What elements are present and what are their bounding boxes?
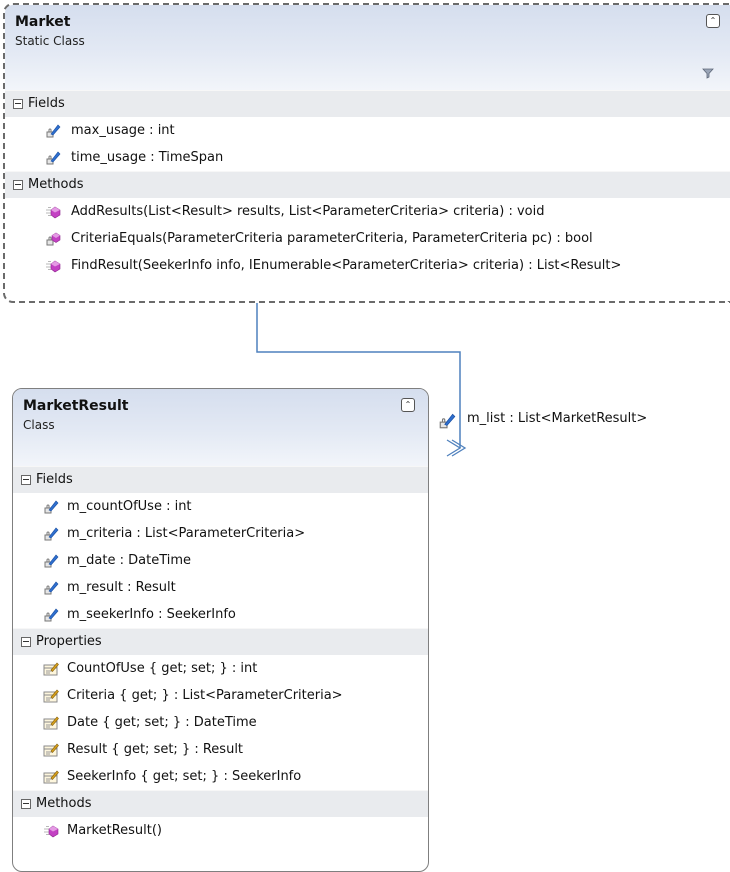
marketresult-properties-section[interactable]: Properties bbox=[13, 628, 428, 655]
public-method-icon bbox=[43, 823, 59, 839]
member-text: MarketResult() bbox=[67, 823, 162, 838]
section-label: Methods bbox=[28, 177, 84, 192]
member-item[interactable]: MarketResult() bbox=[13, 817, 428, 844]
marketresult-kind: Class bbox=[23, 418, 55, 432]
member-text: SeekerInfo { get; set; } : SeekerInfo bbox=[67, 769, 302, 784]
field-icon bbox=[45, 123, 61, 139]
member-text: Result { get; set; } : Result bbox=[67, 742, 244, 757]
member-text: m_result : Result bbox=[67, 580, 176, 595]
field-icon bbox=[43, 607, 59, 623]
marketresult-title: MarketResult bbox=[23, 398, 129, 414]
field-icon bbox=[45, 150, 61, 166]
market-title: Market bbox=[15, 14, 71, 30]
member-text: FindResult(SeekerInfo info, IEnumerable<… bbox=[71, 258, 622, 273]
section-label: Properties bbox=[36, 634, 102, 649]
member-item[interactable]: CriteriaEquals(ParameterCriteria paramet… bbox=[5, 225, 730, 252]
market-kind: Static Class bbox=[15, 34, 85, 48]
association-field-icon bbox=[438, 412, 456, 430]
member-item[interactable]: m_result : Result bbox=[13, 574, 428, 601]
collapse-chevron-icon[interactable]: ⌃ bbox=[401, 398, 415, 412]
member-item[interactable]: Result { get; set; } : Result bbox=[13, 736, 428, 763]
section-label: Fields bbox=[28, 96, 65, 111]
section-label: Methods bbox=[36, 796, 92, 811]
market-methods-section[interactable]: Methods bbox=[5, 171, 730, 198]
association-arrowhead bbox=[446, 439, 462, 457]
property-icon bbox=[43, 661, 59, 677]
member-item[interactable]: AddResults(List<Result> results, List<Pa… bbox=[5, 198, 730, 225]
member-text: time_usage : TimeSpan bbox=[71, 150, 224, 165]
market-header[interactable]: Market Static Class ⌃ bbox=[5, 5, 730, 90]
field-icon bbox=[43, 526, 59, 542]
filter-icon[interactable] bbox=[702, 67, 714, 79]
member-text: m_date : DateTime bbox=[67, 553, 192, 568]
property-icon bbox=[43, 715, 59, 731]
member-text: AddResults(List<Result> results, List<Pa… bbox=[71, 204, 545, 219]
public-method-icon bbox=[45, 204, 61, 220]
market-class-shape[interactable]: Market Static Class ⌃ Fields max_usage :… bbox=[3, 3, 730, 303]
private-method-icon bbox=[45, 231, 61, 247]
member-item[interactable]: FindResult(SeekerInfo info, IEnumerable<… bbox=[5, 252, 730, 279]
member-item[interactable]: m_seekerInfo : SeekerInfo bbox=[13, 601, 428, 628]
member-item[interactable]: Criteria { get; } : List<ParameterCriter… bbox=[13, 682, 428, 709]
property-icon bbox=[43, 688, 59, 704]
collapse-toggle-icon[interactable] bbox=[21, 475, 31, 485]
member-item[interactable]: m_date : DateTime bbox=[13, 547, 428, 574]
member-item[interactable]: CountOfUse { get; set; } : int bbox=[13, 655, 428, 682]
member-text: CountOfUse { get; set; } : int bbox=[67, 661, 258, 676]
member-text: max_usage : int bbox=[71, 123, 175, 138]
field-icon bbox=[43, 553, 59, 569]
member-item[interactable]: time_usage : TimeSpan bbox=[5, 144, 730, 171]
property-icon bbox=[43, 742, 59, 758]
field-icon bbox=[43, 580, 59, 596]
collapse-toggle-icon[interactable] bbox=[21, 799, 31, 809]
member-text: m_criteria : List<ParameterCriteria> bbox=[67, 526, 306, 541]
member-item[interactable]: SeekerInfo { get; set; } : SeekerInfo bbox=[13, 763, 428, 790]
collapse-chevron-icon[interactable]: ⌃ bbox=[706, 14, 720, 28]
member-item[interactable]: m_criteria : List<ParameterCriteria> bbox=[13, 520, 428, 547]
public-method-icon bbox=[45, 258, 61, 274]
member-text: Criteria { get; } : List<ParameterCriter… bbox=[67, 688, 343, 703]
marketresult-header[interactable]: MarketResult Class ⌃ bbox=[13, 389, 428, 466]
collapse-toggle-icon[interactable] bbox=[21, 637, 31, 647]
member-item[interactable]: Date { get; set; } : DateTime bbox=[13, 709, 428, 736]
member-text: m_seekerInfo : SeekerInfo bbox=[67, 607, 236, 622]
marketresult-class-shape[interactable]: MarketResult Class ⌃ Fields m_countOfUse… bbox=[12, 388, 429, 872]
marketresult-fields-section[interactable]: Fields bbox=[13, 466, 428, 493]
collapse-toggle-icon[interactable] bbox=[13, 99, 23, 109]
collapse-toggle-icon[interactable] bbox=[13, 180, 23, 190]
member-text: Date { get; set; } : DateTime bbox=[67, 715, 257, 730]
member-text: CriteriaEquals(ParameterCriteria paramet… bbox=[71, 231, 593, 246]
association-label[interactable]: m_list : List<MarketResult> bbox=[467, 411, 647, 426]
member-item[interactable]: max_usage : int bbox=[5, 117, 730, 144]
field-icon bbox=[43, 499, 59, 515]
member-item[interactable]: m_countOfUse : int bbox=[13, 493, 428, 520]
marketresult-methods-section[interactable]: Methods bbox=[13, 790, 428, 817]
property-icon bbox=[43, 769, 59, 785]
market-fields-section[interactable]: Fields bbox=[5, 90, 730, 117]
section-label: Fields bbox=[36, 472, 73, 487]
member-text: m_countOfUse : int bbox=[67, 499, 192, 514]
